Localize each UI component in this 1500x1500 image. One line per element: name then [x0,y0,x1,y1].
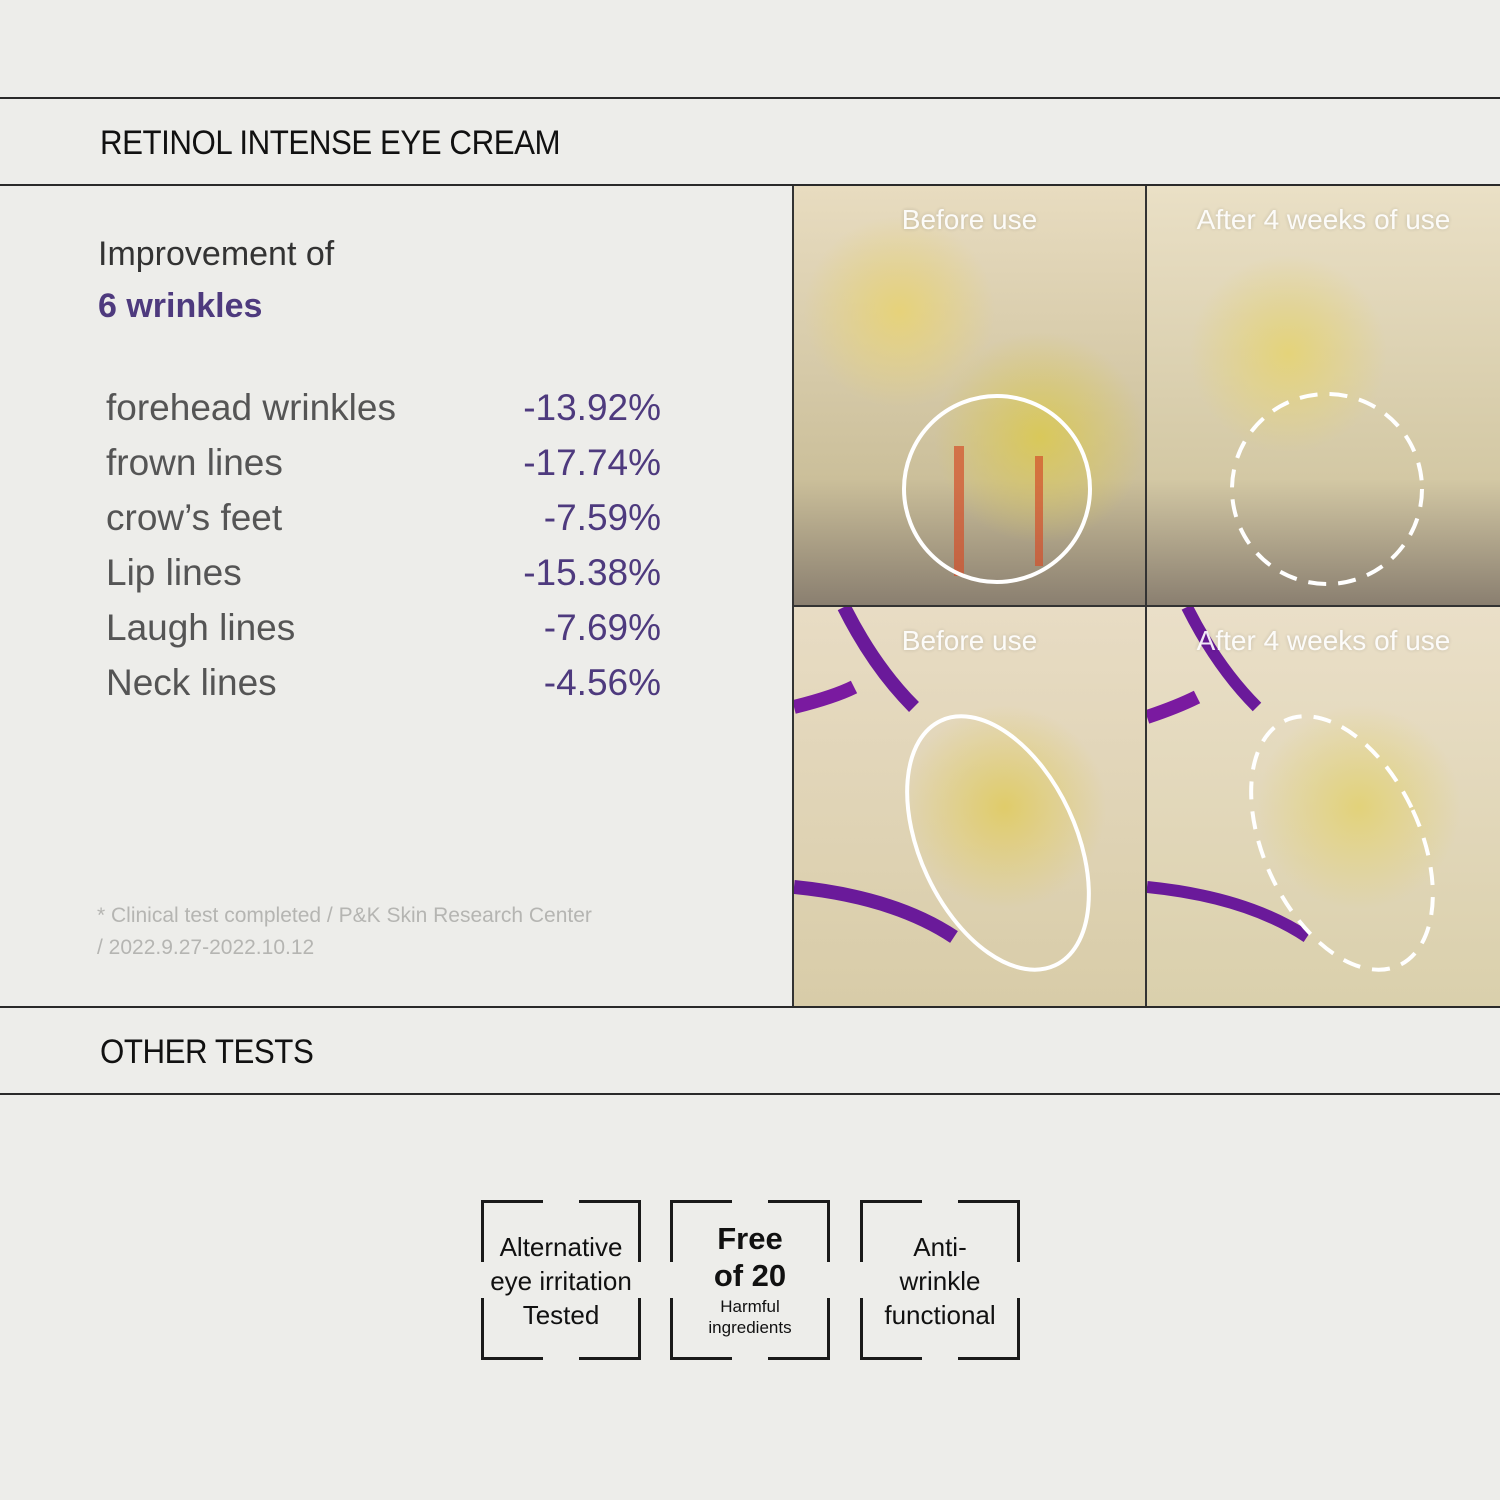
highlight-ellipse [1249,714,1435,972]
result-value: -15.38% [523,552,661,593]
badge-text: ingredients [708,1318,792,1337]
badge-text: Alternative [499,1232,623,1262]
result-row: Lip lines -15.38% [106,552,661,607]
page-title: RETINOL INTENSE EYE CREAM [100,124,561,162]
result-label: frown lines [106,442,283,483]
before-photo-eye: Before use [792,605,1145,1007]
result-value: -13.92% [523,387,661,428]
result-row: forehead wrinkles -13.92% [106,387,661,442]
result-label: Lip lines [106,552,242,593]
badge-text: Tested [522,1300,600,1330]
photo-caption: Before use [901,204,1038,235]
result-label: crow’s feet [106,497,283,538]
result-label: forehead wrinkles [106,387,396,428]
badge-free-of-20: Free of 20 Harmful ingredients [670,1200,830,1360]
divider [0,97,1500,99]
badge-text: wrinkle [899,1266,981,1296]
highlight-ellipse [905,714,1091,972]
intro-highlight: 6 wrinkles [98,287,263,325]
result-row: crow’s feet -7.59% [106,497,661,552]
after-photo-forehead: After 4 weeks of use [1145,186,1500,605]
result-value: -4.56% [543,662,661,703]
badge-text: Free [717,1221,783,1256]
note-line: / 2022.9.27-2022.10.12 [97,936,315,959]
badge-text: Harmful [720,1297,780,1316]
result-label: Neck lines [106,662,277,703]
badge-text: eye irritation [490,1266,632,1296]
badge-text: of 20 [713,1258,787,1293]
badge-eye-irritation: Alternative eye irritation Tested [481,1200,641,1360]
section-title: OTHER TESTS [100,1033,314,1071]
after-photo-eye: After 4 weeks of use [1145,605,1500,1007]
intro-heading: Improvement of 6 wrinkles [98,228,334,332]
photo-caption: Before use [901,625,1038,656]
divider [0,1006,1500,1008]
clinical-note: * Clinical test completed / P&K Skin Res… [97,900,592,964]
badge-text: Anti- [913,1232,967,1262]
result-value: -17.74% [523,442,661,483]
intro-line: Improvement of [98,235,335,273]
badge-text: functional [884,1300,996,1330]
result-row: frown lines -17.74% [106,442,661,497]
highlight-circle [1230,392,1424,586]
result-value: -7.59% [543,497,661,538]
before-photo-forehead: Before use [792,186,1145,605]
divider [0,1093,1500,1095]
note-line: * Clinical test completed / P&K Skin Res… [97,904,592,927]
result-row: Laugh lines -7.69% [106,607,661,662]
result-label: Laugh lines [106,607,296,648]
highlight-circle [902,394,1092,584]
result-row: Neck lines -4.56% [106,662,661,717]
result-value: -7.69% [543,607,661,648]
photo-caption: After 4 weeks of use [1196,625,1451,656]
photo-caption: After 4 weeks of use [1196,204,1451,235]
badge-anti-wrinkle: Anti- wrinkle functional [860,1200,1020,1360]
